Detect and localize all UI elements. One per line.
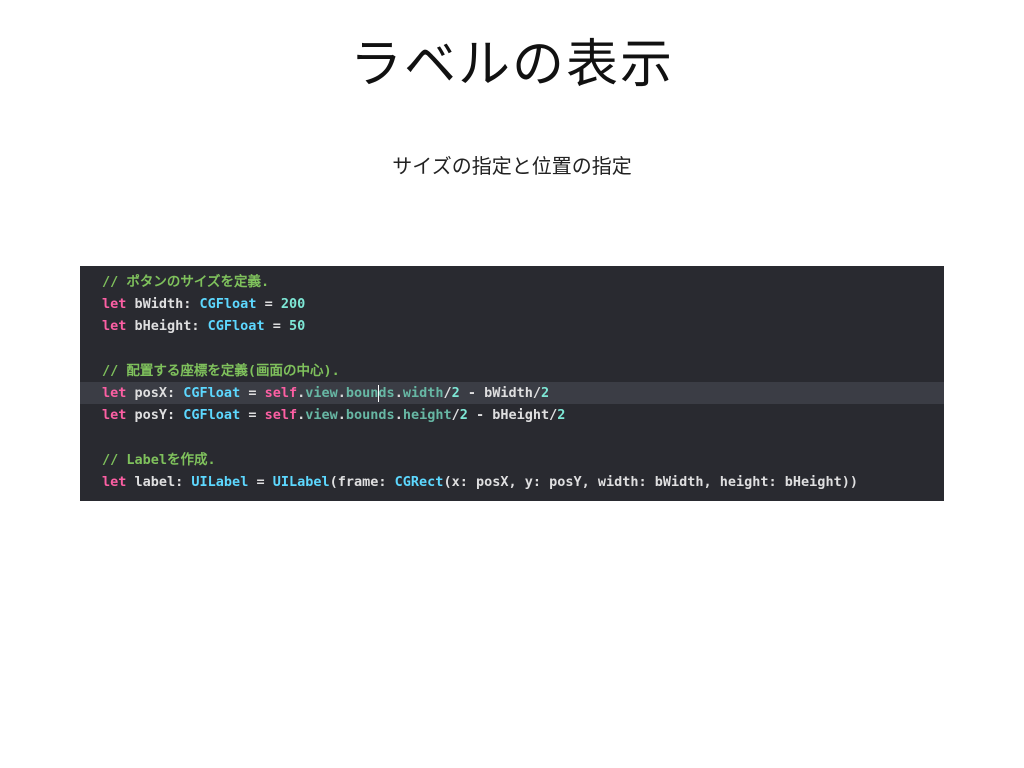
code-line[interactable]: let bHeight: CGFloat = 50 xyxy=(80,315,944,337)
code-token-plain: / xyxy=(451,407,460,423)
code-line-current[interactable]: let posX: CGFloat = self.view.bounds.wid… xyxy=(80,382,944,404)
code-token-plain: bWidth: xyxy=(126,296,200,312)
code-token-comment: // xyxy=(102,363,119,379)
code-token-number: 200 xyxy=(280,296,306,312)
code-token-type: CGFloat xyxy=(183,385,241,401)
code-token-plain: (frame: xyxy=(329,474,395,490)
code-token-member: view xyxy=(305,407,338,423)
code-token-plain: = xyxy=(240,385,265,401)
code-token-plain: = xyxy=(248,474,273,490)
code-token-member: height xyxy=(402,407,452,423)
code-token-keyword: let xyxy=(102,385,127,401)
code-token-plain: = xyxy=(240,407,265,423)
code-token-keyword: let xyxy=(102,296,127,312)
code-token-type: CGRect xyxy=(394,474,444,490)
code-line[interactable] xyxy=(80,337,944,359)
code-token-member: bounds xyxy=(345,407,395,423)
code-token-plain: posX: xyxy=(126,385,184,401)
slide-title: ラベルの表示 xyxy=(349,35,674,95)
code-token-keyword: let xyxy=(102,474,127,490)
code-token-member: width xyxy=(402,385,444,401)
code-line[interactable]: let bWidth: CGFloat = 200 xyxy=(80,293,944,315)
code-line[interactable] xyxy=(80,426,944,448)
code-token-plain: / xyxy=(443,385,452,401)
code-token-type: UILabel xyxy=(191,474,249,490)
slide-subtitle: サイズの指定と位置の指定 xyxy=(392,154,632,178)
code-token-number: 2 xyxy=(451,385,460,401)
code-token-keyword: self xyxy=(264,385,298,401)
code-token-plain: . xyxy=(337,407,346,423)
code-editor-panel[interactable]: // ポタンのサイズを定義. let bWidth: CGFloat = 200 l… xyxy=(80,266,944,501)
code-token-type: CGFloat xyxy=(183,407,241,423)
code-token-member: boun xyxy=(345,385,379,401)
code-token-type: UILabel xyxy=(272,474,330,490)
code-token-plain: - bHeight/ xyxy=(467,407,558,423)
code-token-number: 2 xyxy=(459,407,468,423)
code-token-number: 2 xyxy=(557,407,566,423)
code-line[interactable]: // 配置する座標を定義(画面の中心). xyxy=(80,360,944,382)
code-token-number: 2 xyxy=(541,385,550,401)
code-token-type: CGFloat xyxy=(207,318,265,334)
code-token-plain: bHeight: xyxy=(126,318,208,334)
code-token-member: ds xyxy=(378,385,395,401)
code-token-comment: ポタンのサイズを定義. xyxy=(118,274,270,290)
code-token-comment: // xyxy=(102,274,119,290)
code-token-plain: . xyxy=(337,385,346,401)
code-token-keyword: self xyxy=(264,407,298,423)
code-token-comment: // xyxy=(102,452,119,468)
code-token-plain: = xyxy=(264,318,289,334)
code-token-comment: 配置する座標を定義(画面の中心). xyxy=(118,363,340,379)
code-token-plain: . xyxy=(394,385,403,401)
code-token-plain: (x: posX, y: posY, width: bWidth, height… xyxy=(443,474,858,490)
code-token-type: CGFloat xyxy=(199,296,257,312)
code-token-plain: = xyxy=(256,296,281,312)
code-token-plain: label: xyxy=(126,474,192,490)
code-token-comment: Labelを作成. xyxy=(118,452,216,468)
code-line[interactable]: // ポタンのサイズを定義. xyxy=(80,271,944,293)
code-line[interactable]: let label: UILabel = UILabel(frame: CGRe… xyxy=(80,471,944,493)
code-token-number: 50 xyxy=(288,318,306,334)
code-token-plain: posY: xyxy=(126,407,184,423)
code-line[interactable]: // Labelを作成. xyxy=(80,449,944,471)
code-token-plain: - bWidth/ xyxy=(459,385,542,401)
code-line[interactable]: let posY: CGFloat = self.view.bounds.hei… xyxy=(80,404,944,426)
code-token-keyword: let xyxy=(102,407,127,423)
code-token-keyword: let xyxy=(102,318,127,334)
code-token-plain: . xyxy=(394,407,403,423)
code-token-member: view xyxy=(305,385,338,401)
